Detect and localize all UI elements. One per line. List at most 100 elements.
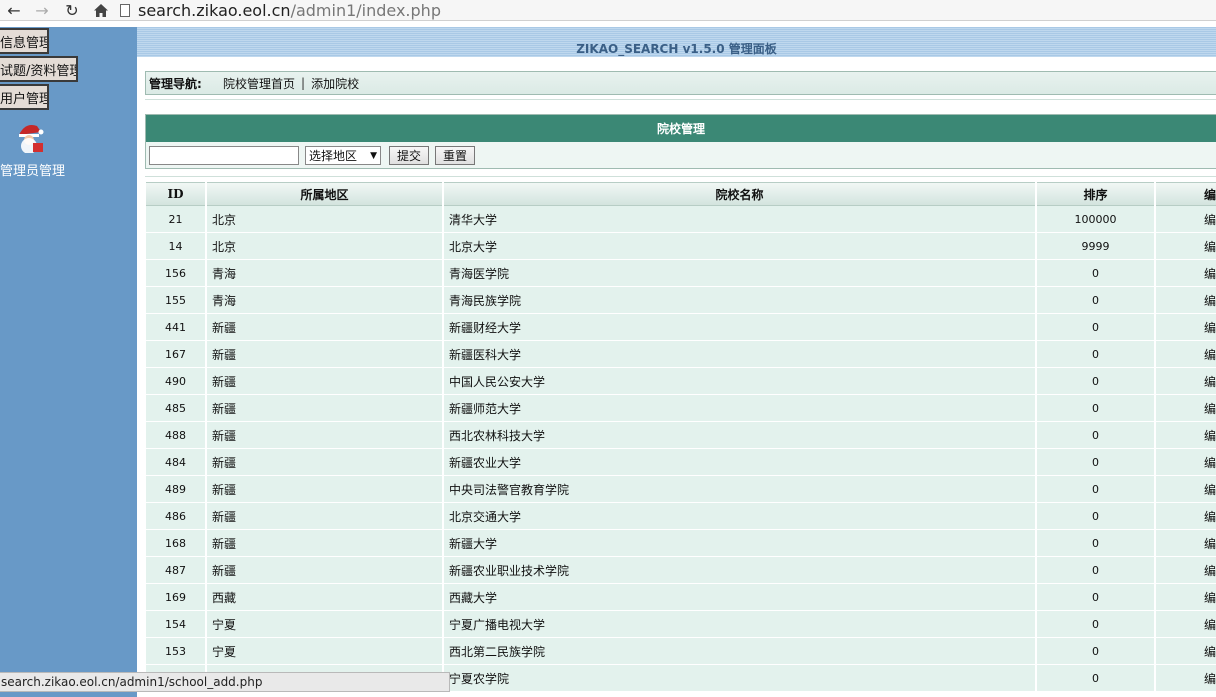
cell-region: 北京 <box>207 233 442 260</box>
edit-link[interactable]: 编 <box>1156 611 1216 638</box>
table-header-row: ID 所属地区 院校名称 排序 编 <box>146 182 1216 206</box>
santa-avatar-icon[interactable] <box>13 121 47 153</box>
cell-id: 14 <box>146 233 205 260</box>
sidebar-item-admin-manage[interactable]: 管理员管理 <box>0 160 65 179</box>
edit-link[interactable]: 编 <box>1156 449 1216 476</box>
edit-link[interactable]: 编 <box>1156 557 1216 584</box>
cell-id: 169 <box>146 584 205 611</box>
cell-region: 新疆 <box>207 557 442 584</box>
nav-link-school-home[interactable]: 院校管理首页 <box>223 75 295 92</box>
cell-id: 21 <box>146 206 205 233</box>
cell-order: 0 <box>1037 503 1154 530</box>
cell-order: 0 <box>1037 422 1154 449</box>
cell-region: 新疆 <box>207 476 442 503</box>
edit-link[interactable]: 编 <box>1156 206 1216 233</box>
edit-link[interactable]: 编 <box>1156 395 1216 422</box>
table-row: 168 新疆 新疆大学 0 编 <box>146 530 1216 557</box>
cell-order: 0 <box>1037 638 1154 665</box>
divider <box>145 99 1216 100</box>
cell-region: 青海 <box>207 260 442 287</box>
divider <box>145 176 1216 177</box>
cell-order: 0 <box>1037 314 1154 341</box>
edit-link[interactable]: 编 <box>1156 233 1216 260</box>
status-bar: search.zikao.eol.cn/admin1/school_add.ph… <box>0 672 450 692</box>
edit-link[interactable]: 编 <box>1156 287 1216 314</box>
table-row: 155 青海 青海民族学院 0 编 <box>146 287 1216 314</box>
table-row: 153 宁夏 西北第二民族学院 0 编 <box>146 638 1216 665</box>
reload-icon[interactable]: ↻ <box>60 0 84 20</box>
table-row: 487 新疆 新疆农业职业技术学院 0 编 <box>146 557 1216 584</box>
cell-school-name: 新疆大学 <box>444 530 1035 557</box>
cell-school-name: 新疆农业大学 <box>444 449 1035 476</box>
cell-school-name: 青海医学院 <box>444 260 1035 287</box>
cell-id: 487 <box>146 557 205 584</box>
cell-order: 0 <box>1037 476 1154 503</box>
submit-button[interactable]: 提交 <box>389 146 429 165</box>
cell-school-name: 宁夏农学院 <box>444 665 1035 692</box>
table-row: 489 新疆 中央司法警官教育学院 0 编 <box>146 476 1216 503</box>
sidebar-item-exam-material-manage[interactable]: 试题/资料管理 <box>0 56 78 82</box>
edit-link[interactable]: 编 <box>1156 422 1216 449</box>
cell-id: 153 <box>146 638 205 665</box>
cell-order: 0 <box>1037 260 1154 287</box>
back-arrow-icon[interactable]: ← <box>2 0 26 20</box>
edit-link[interactable]: 编 <box>1156 314 1216 341</box>
cell-school-name: 青海民族学院 <box>444 287 1035 314</box>
region-select[interactable]: 选择地区 ▼ <box>305 146 381 165</box>
cell-order: 0 <box>1037 557 1154 584</box>
edit-link[interactable]: 编 <box>1156 476 1216 503</box>
cell-region: 北京 <box>207 206 442 233</box>
forward-arrow-icon[interactable]: → <box>30 0 54 20</box>
cell-region: 新疆 <box>207 530 442 557</box>
edit-link[interactable]: 编 <box>1156 260 1216 287</box>
cell-id: 489 <box>146 476 205 503</box>
cell-region: 新疆 <box>207 314 442 341</box>
edit-link[interactable]: 编 <box>1156 503 1216 530</box>
cell-id: 155 <box>146 287 205 314</box>
edit-link[interactable]: 编 <box>1156 368 1216 395</box>
cell-school-name: 新疆师范大学 <box>444 395 1035 422</box>
nav-link-add-school[interactable]: 添加院校 <box>311 75 359 92</box>
cell-order: 0 <box>1037 530 1154 557</box>
reset-button[interactable]: 重置 <box>435 146 475 165</box>
edit-link[interactable]: 编 <box>1156 638 1216 665</box>
nav-label: 管理导航: <box>149 76 202 91</box>
table-row: 486 新疆 北京交通大学 0 编 <box>146 503 1216 530</box>
cell-id: 484 <box>146 449 205 476</box>
sidebar: 信息管理 试题/资料管理 用户管理 管理员管理 <box>0 27 137 697</box>
edit-link[interactable]: 编 <box>1156 341 1216 368</box>
address-bar[interactable]: search.zikao.eol.cn/admin1/index.php <box>120 0 1216 20</box>
cell-id: 490 <box>146 368 205 395</box>
column-header-school-name: 院校名称 <box>444 182 1035 206</box>
table-row: 490 新疆 中国人民公安大学 0 编 <box>146 368 1216 395</box>
page-title: ZIKAO_SEARCH v1.5.0 管理面板 <box>576 42 777 56</box>
edit-link[interactable]: 编 <box>1156 665 1216 692</box>
cell-order: 0 <box>1037 449 1154 476</box>
edit-link[interactable]: 编 <box>1156 530 1216 557</box>
cell-region: 宁夏 <box>207 611 442 638</box>
search-input[interactable] <box>149 146 299 165</box>
cell-id: 486 <box>146 503 205 530</box>
table-row: 169 西藏 西藏大学 0 编 <box>146 584 1216 611</box>
cell-order: 9999 <box>1037 233 1154 260</box>
table-row: 154 宁夏 宁夏广播电视大学 0 编 <box>146 611 1216 638</box>
cell-order: 0 <box>1037 611 1154 638</box>
cell-region: 新疆 <box>207 395 442 422</box>
cell-school-name: 西藏大学 <box>444 584 1035 611</box>
home-icon[interactable] <box>89 0 113 20</box>
cell-order: 0 <box>1037 395 1154 422</box>
cell-order: 0 <box>1037 368 1154 395</box>
edit-link[interactable]: 编 <box>1156 584 1216 611</box>
sidebar-item-info-manage[interactable]: 信息管理 <box>0 28 49 54</box>
sidebar-item-user-manage[interactable]: 用户管理 <box>0 84 49 110</box>
cell-region: 新疆 <box>207 422 442 449</box>
cell-school-name: 宁夏广播电视大学 <box>444 611 1035 638</box>
table-row: 14 北京 北京大学 9999 编 <box>146 233 1216 260</box>
cell-id: 441 <box>146 314 205 341</box>
table-row: 21 北京 清华大学 100000 编 <box>146 206 1216 233</box>
panel-title: 院校管理 <box>146 115 1216 142</box>
panel-header: ZIKAO_SEARCH v1.5.0 管理面板 <box>137 27 1216 57</box>
cell-school-name: 清华大学 <box>444 206 1035 233</box>
dropdown-arrow-icon: ▼ <box>370 150 377 161</box>
cell-school-name: 中国人民公安大学 <box>444 368 1035 395</box>
